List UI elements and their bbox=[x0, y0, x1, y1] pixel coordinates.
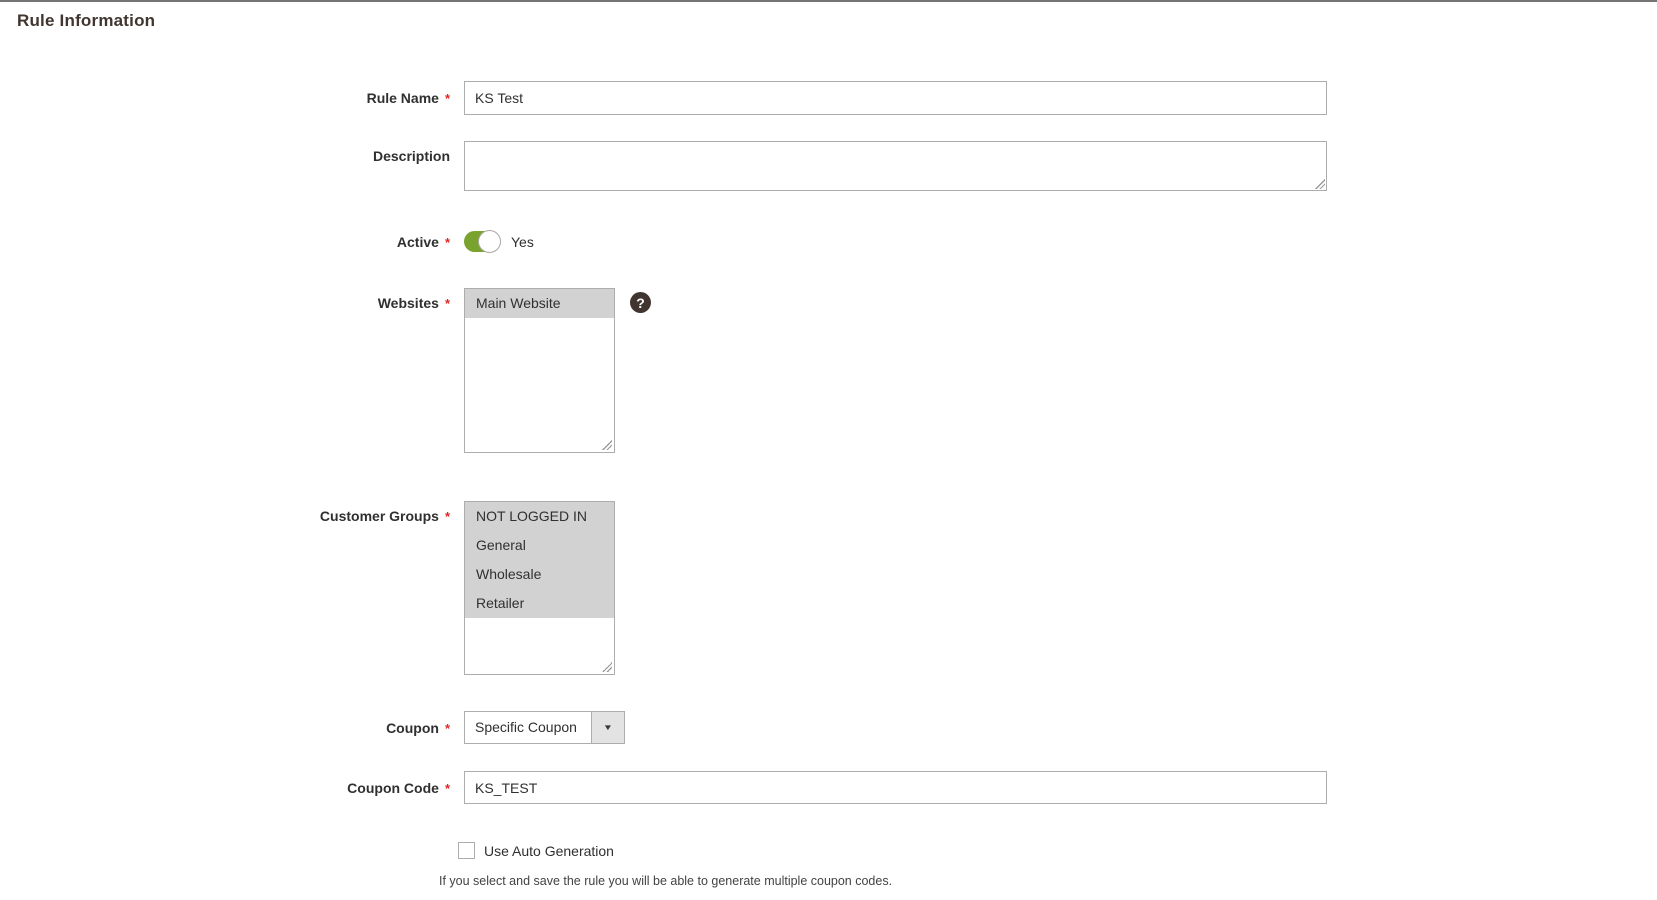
websites-row: Websites * Main Website ? bbox=[0, 288, 1657, 453]
use-auto-generation-checkbox[interactable] bbox=[458, 842, 475, 859]
coupon-select-arrow-button[interactable]: ▼ bbox=[591, 712, 624, 743]
rule-name-input[interactable] bbox=[464, 81, 1327, 115]
required-asterisk: * bbox=[444, 720, 450, 736]
resize-handle-icon[interactable] bbox=[602, 662, 612, 672]
coupon-code-label: Coupon Code * bbox=[347, 779, 450, 796]
description-label: Description bbox=[372, 148, 450, 164]
required-asterisk: * bbox=[444, 91, 450, 106]
customer-groups-option-not-logged-in[interactable]: NOT LOGGED IN bbox=[465, 502, 614, 531]
required-asterisk: * bbox=[444, 509, 450, 524]
resize-handle-icon[interactable] bbox=[602, 440, 612, 450]
websites-multiselect[interactable]: Main Website bbox=[464, 288, 615, 453]
active-label: Active * bbox=[396, 233, 450, 250]
description-row: Description bbox=[0, 141, 1657, 191]
description-textarea-wrap bbox=[464, 141, 1327, 191]
auto-generation-note: If you select and save the rule you will… bbox=[439, 874, 893, 888]
websites-label: Websites * bbox=[377, 295, 450, 311]
toggle-knob bbox=[478, 230, 501, 253]
active-row: Active * Yes bbox=[0, 230, 1657, 253]
customer-groups-row: Customer Groups * NOT LOGGED IN General … bbox=[0, 501, 1657, 675]
description-textarea[interactable] bbox=[464, 141, 1327, 191]
rule-name-row: Rule Name * bbox=[0, 81, 1657, 115]
coupon-label: Coupon * bbox=[386, 719, 450, 736]
page-title: Rule Information bbox=[17, 11, 156, 30]
coupon-select[interactable]: Specific Coupon ▼ bbox=[464, 711, 625, 744]
required-asterisk: * bbox=[444, 234, 450, 250]
customer-groups-label: Customer Groups * bbox=[319, 508, 450, 524]
active-toggle-state: Yes bbox=[511, 233, 534, 250]
chevron-down-icon: ▼ bbox=[602, 723, 614, 732]
coupon-code-row: Coupon Code * bbox=[0, 771, 1657, 804]
coupon-row: Coupon * Specific Coupon ▼ bbox=[0, 711, 1657, 744]
auto-generation-row: Use Auto Generation bbox=[0, 842, 1657, 859]
auto-generation-note-row: If you select and save the rule you will… bbox=[0, 872, 1657, 890]
coupon-select-value: Specific Coupon bbox=[475, 719, 577, 735]
help-icon[interactable]: ? bbox=[630, 292, 651, 313]
resize-handle-icon[interactable] bbox=[1315, 179, 1325, 189]
rule-name-label: Rule Name * bbox=[366, 90, 450, 106]
use-auto-generation-label[interactable]: Use Auto Generation bbox=[484, 843, 614, 859]
rule-information-page: Rule Information Rule Name * Description… bbox=[0, 0, 1657, 900]
customer-groups-option-wholesale[interactable]: Wholesale bbox=[465, 560, 614, 589]
customer-groups-option-retailer[interactable]: Retailer bbox=[465, 589, 614, 618]
active-toggle[interactable] bbox=[464, 230, 501, 253]
required-asterisk: * bbox=[444, 780, 450, 796]
customer-groups-option-general[interactable]: General bbox=[465, 531, 614, 560]
coupon-code-input[interactable] bbox=[464, 771, 1327, 804]
customer-groups-multiselect[interactable]: NOT LOGGED IN General Wholesale Retailer bbox=[464, 501, 615, 675]
websites-option-main-website[interactable]: Main Website bbox=[465, 289, 614, 318]
required-asterisk: * bbox=[444, 296, 450, 311]
